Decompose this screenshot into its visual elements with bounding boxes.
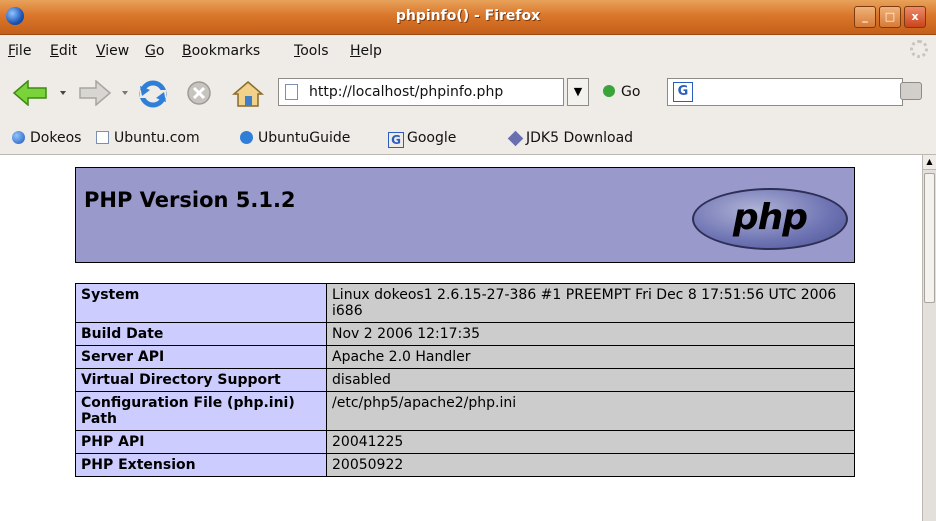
row-label: Build Date — [75, 322, 327, 346]
row-label: Server API — [75, 345, 327, 369]
info-table: System Linux dokeos1 2.6.15-27-386 #1 PRE… — [75, 283, 855, 477]
row-value: disabled — [326, 368, 855, 392]
table-row: PHP API 20041225 — [75, 430, 855, 454]
row-label: Configuration File (php.ini) Path — [75, 391, 327, 431]
page-title: PHP Version 5.1.2 — [84, 188, 296, 212]
bookmark-dokeos[interactable]: Dokeos — [12, 130, 81, 146]
table-row: Server API Apache 2.0 Handler — [75, 345, 855, 369]
table-row: Virtual Directory Support disabled — [75, 368, 855, 392]
menu-view[interactable]: View — [96, 43, 129, 59]
back-dropdown-icon — [60, 91, 66, 95]
row-value: Apache 2.0 Handler — [326, 345, 855, 369]
menu-help[interactable]: Help — [350, 43, 382, 59]
reload-icon — [139, 80, 167, 108]
window-titlebar: phpinfo() - Firefox _ □ x — [0, 0, 936, 35]
globe-icon — [12, 131, 25, 144]
back-button[interactable] — [12, 80, 72, 106]
window-title: phpinfo() - Firefox — [395, 8, 541, 24]
throbber-icon — [910, 40, 928, 58]
search-bar[interactable]: G — [667, 78, 903, 106]
stop-button[interactable] — [186, 80, 214, 108]
info-icon — [240, 131, 253, 144]
url-bar[interactable]: http://localhost/phpinfo.php — [278, 78, 564, 106]
google-search-icon[interactable]: G — [673, 82, 693, 102]
go-button[interactable]: Go — [603, 84, 640, 100]
minimize-button[interactable]: _ — [854, 6, 876, 28]
row-value: /etc/php5/apache2/php.ini — [326, 391, 855, 431]
menu-edit[interactable]: Edit — [50, 43, 77, 59]
menu-file[interactable]: File — [8, 43, 31, 59]
row-value: Linux dokeos1 2.6.15-27-386 #1 PREEMPT F… — [326, 283, 855, 323]
page-icon — [96, 131, 109, 144]
bookmark-ubuntu[interactable]: Ubuntu.com — [96, 130, 200, 146]
maximize-button[interactable]: □ — [879, 6, 901, 28]
camera-icon[interactable] — [900, 82, 922, 100]
go-icon — [603, 85, 615, 97]
menu-bookmarks[interactable]: Bookmarks — [182, 43, 260, 59]
row-label: PHP API — [75, 430, 327, 454]
row-value: 20041225 — [326, 430, 855, 454]
menu-go[interactable]: Go — [145, 43, 164, 59]
scroll-up-icon[interactable]: ▲ — [923, 155, 936, 170]
reload-button[interactable] — [138, 80, 168, 108]
php-logo[interactable]: php — [692, 188, 848, 250]
php-header: PHP Version 5.1.2 php — [75, 167, 855, 263]
forward-dropdown-icon — [122, 91, 128, 95]
row-value: 20050922 — [326, 453, 855, 477]
row-value: Nov 2 2006 12:17:35 — [326, 322, 855, 346]
url-history-dropdown[interactable]: ▼ — [567, 78, 589, 106]
close-button[interactable]: x — [904, 6, 926, 28]
vertical-scrollbar[interactable]: ▲ — [922, 155, 936, 521]
page-icon — [285, 84, 298, 100]
bookmarks-toolbar: Dokeos Ubuntu.com UbuntuGuide G Google JD… — [0, 120, 936, 155]
bookmark-ubuntuguide[interactable]: UbuntuGuide — [240, 130, 350, 146]
bookmark-google[interactable]: G Google — [388, 130, 456, 148]
menu-bar: File Edit View Go Bookmarks Tools Help — [0, 35, 936, 65]
table-row: System Linux dokeos1 2.6.15-27-386 #1 PRE… — [75, 283, 855, 323]
row-label: Virtual Directory Support — [75, 368, 327, 392]
row-label: System — [75, 283, 327, 323]
home-icon — [232, 81, 264, 107]
forward-arrow-icon — [79, 80, 112, 106]
row-label: PHP Extension — [75, 453, 327, 477]
table-row: PHP Extension 20050922 — [75, 453, 855, 477]
url-input[interactable]: http://localhost/phpinfo.php — [309, 84, 503, 100]
menu-tools[interactable]: Tools — [294, 43, 329, 59]
bookmark-jdk5[interactable]: JDK5 Download — [507, 130, 633, 147]
table-row: Configuration File (php.ini) Path/etc/ph… — [75, 391, 855, 431]
home-button[interactable] — [232, 80, 264, 108]
forward-button[interactable] — [78, 80, 136, 106]
back-arrow-icon — [12, 80, 47, 106]
scroll-thumb[interactable] — [924, 173, 935, 303]
page-content: PHP Version 5.1.2 php System Linux dokeos… — [0, 155, 922, 521]
java-icon — [507, 130, 524, 147]
google-icon: G — [388, 132, 404, 148]
table-row: Build Date Nov 2 2006 12:17:35 — [75, 322, 855, 346]
